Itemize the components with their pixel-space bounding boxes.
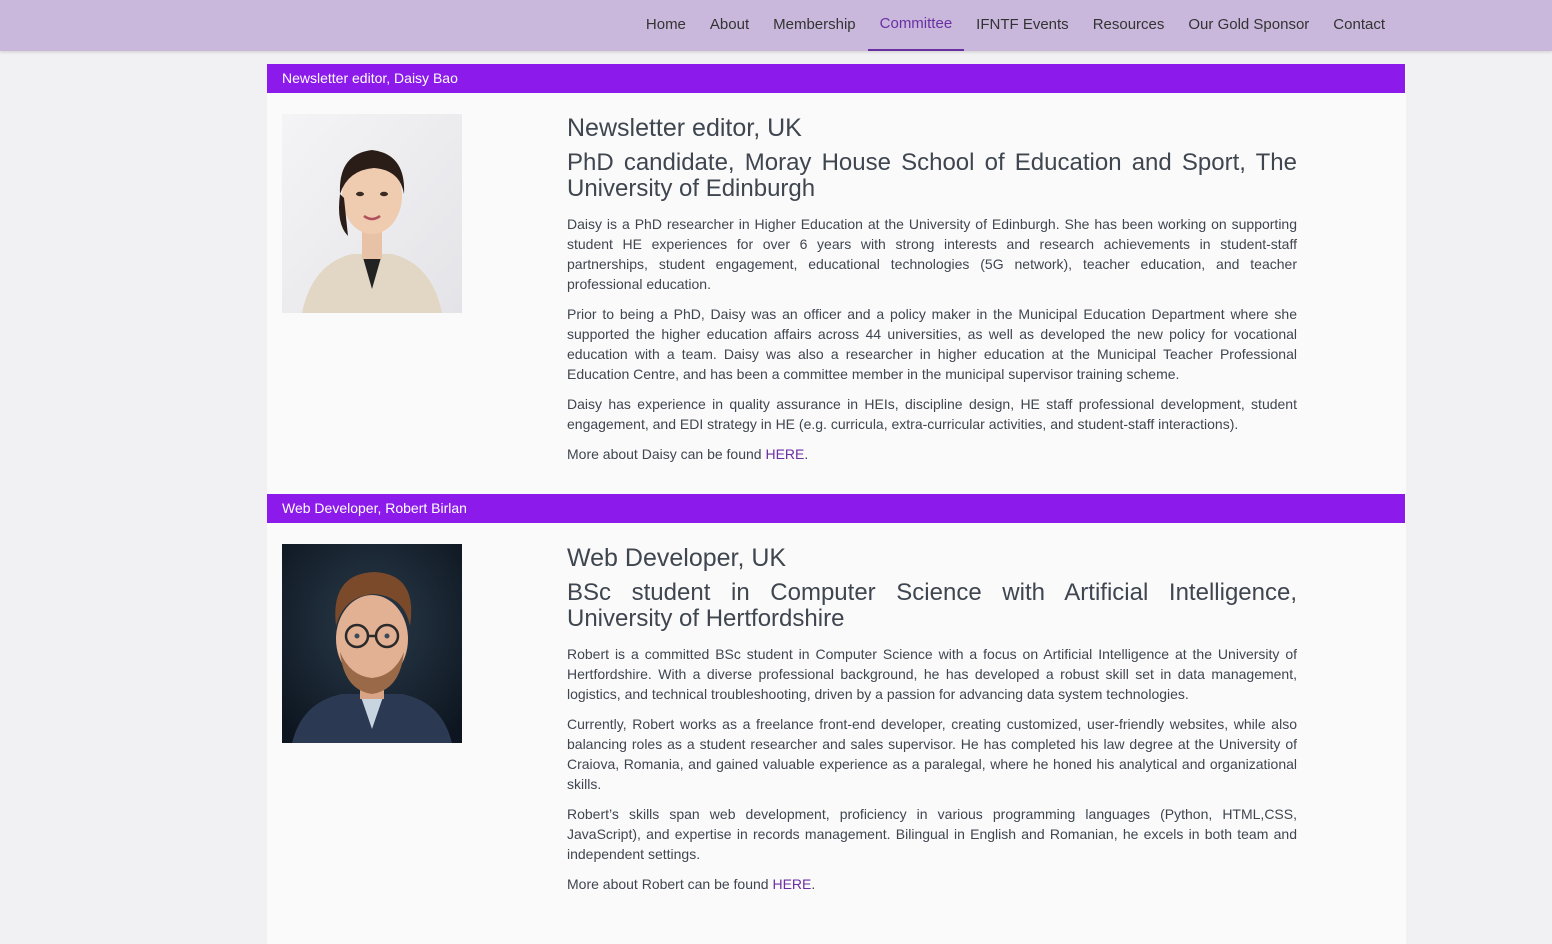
nav-item-label: About — [709, 16, 750, 33]
bio-paragraph: Robert’s skills span web development, pr… — [567, 806, 1297, 862]
top-navbar: Home About Membership Committee IFNTF Ev… — [0, 0, 1552, 51]
member-affiliation: BSc student in Computer Science with Art… — [567, 579, 1297, 632]
nav-item-label: Committee — [879, 15, 953, 32]
member-affiliation: PhD candidate, Moray House School of Edu… — [567, 149, 1297, 202]
more-about-suffix: . — [804, 446, 809, 462]
nav-item-label: Our Gold Sponsor — [1188, 16, 1310, 33]
more-about-link[interactable]: HERE — [765, 446, 804, 462]
nav-item-ifntf-events[interactable]: IFNTF Events — [964, 0, 1081, 51]
member-text-daisy: Newsletter editor, UK PhD candidate, Mor… — [567, 114, 1297, 474]
member-role: Web Developer, UK — [567, 544, 787, 572]
nav-item-about[interactable]: About — [698, 0, 761, 51]
more-about-line: More about Robert can be found HERE. — [567, 874, 1297, 894]
more-about-link[interactable]: HERE — [772, 876, 811, 892]
bio-paragraph: Daisy is a PhD researcher in Higher Educ… — [567, 216, 1297, 292]
member-text-robert: Web Developer, UK BSc student in Compute… — [567, 544, 1297, 904]
nav-item-label: Membership — [773, 16, 856, 33]
member-photo-robert — [282, 544, 462, 743]
nav-item-home[interactable]: Home — [634, 0, 698, 51]
more-about-line: More about Daisy can be found HERE. — [567, 444, 1297, 464]
bio-paragraph: Currently, Robert works as a freelance f… — [567, 716, 1297, 792]
bio-paragraph: Prior to being a PhD, Daisy was an offic… — [567, 306, 1297, 382]
nav-item-committee[interactable]: Committee — [867, 0, 965, 51]
nav-item-gold-sponsor[interactable]: Our Gold Sponsor — [1176, 0, 1321, 51]
more-about-text: More about Robert can be found — [567, 876, 773, 892]
nav-item-contact[interactable]: Contact — [1321, 0, 1397, 51]
nav-item-label: Resources — [1092, 16, 1165, 33]
nav-item-membership[interactable]: Membership — [761, 0, 868, 51]
nav-item-label: IFNTF Events — [976, 16, 1069, 33]
nav-item-resources[interactable]: Resources — [1081, 0, 1177, 51]
more-about-suffix: . — [811, 876, 816, 892]
bio-paragraph: Daisy has experience in quality assuranc… — [567, 396, 1297, 432]
nav-menu: Home About Membership Committee IFNTF Ev… — [634, 0, 1397, 51]
bio-paragraph: Robert is a committed BSc student in Com… — [567, 646, 1297, 702]
nav-item-label: Contact — [1333, 16, 1385, 33]
more-about-text: More about Daisy can be found — [567, 446, 766, 462]
member-role: Newsletter editor, UK — [567, 114, 802, 142]
nav-item-label: Home — [645, 16, 686, 33]
member-photo-daisy — [282, 114, 462, 313]
member-header-bar: Web Developer, Robert Birlan — [267, 494, 1405, 523]
member-header-bar: Newsletter editor, Daisy Bao — [267, 64, 1405, 93]
committee-content: Newsletter editor, Daisy Bao Newsletter … — [267, 64, 1406, 944]
